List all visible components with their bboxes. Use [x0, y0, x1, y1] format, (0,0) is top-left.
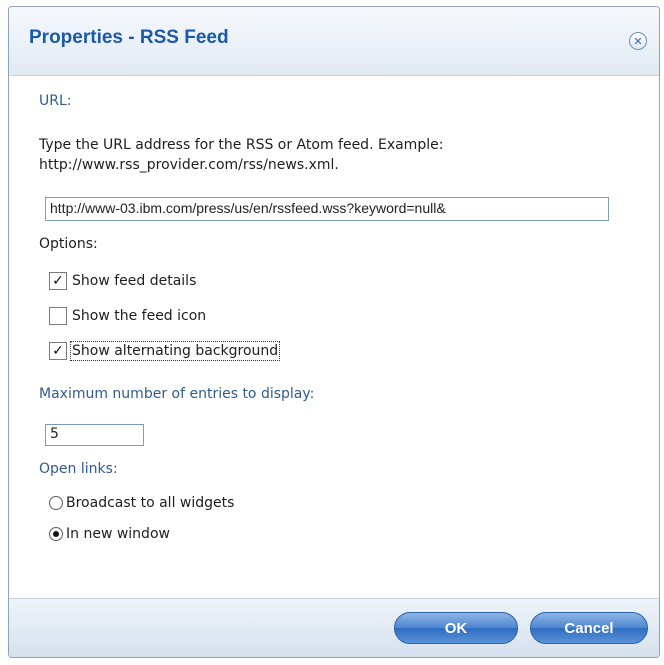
radio-new-window[interactable]	[49, 527, 63, 541]
max-entries-label: Maximum number of entries to display:	[39, 386, 315, 402]
url-label: URL:	[39, 93, 72, 109]
dialog-title: Properties - RSS Feed	[29, 27, 229, 48]
dialog-titlebar: Properties - RSS Feed ✕	[9, 7, 659, 76]
option-show-feed-icon[interactable]: Show the feed icon	[49, 305, 206, 327]
cancel-button[interactable]: Cancel	[530, 612, 648, 644]
checkbox-label: Show alternating background	[69, 341, 281, 361]
open-links-label: Open links:	[39, 461, 118, 477]
radio-broadcast[interactable]	[49, 496, 63, 510]
url-description-line1: Type the URL address for the RSS or Atom…	[39, 137, 444, 153]
url-input[interactable]: http://www-03.ibm.com/press/us/en/rssfee…	[45, 197, 609, 221]
close-icon[interactable]: ✕	[629, 32, 647, 50]
checkbox-label: Show the feed icon	[72, 308, 207, 324]
radio-label: Broadcast to all widgets	[66, 495, 235, 511]
checkbox-show-feed-icon[interactable]	[49, 307, 67, 325]
checkbox-show-feed-details[interactable]: ✓	[49, 272, 67, 290]
radio-broadcast-row[interactable]: Broadcast to all widgets	[49, 493, 234, 513]
option-show-alternating-background[interactable]: ✓ Show alternating background	[49, 340, 281, 362]
ok-button[interactable]: OK	[394, 612, 518, 644]
radio-label: In new window	[66, 526, 170, 542]
radio-new-window-row[interactable]: In new window	[49, 524, 170, 544]
option-show-feed-details[interactable]: ✓ Show feed details	[49, 270, 196, 292]
checkbox-label: Show feed details	[72, 273, 197, 289]
max-entries-input[interactable]: 5	[45, 424, 144, 446]
properties-dialog: Properties - RSS Feed ✕ URL: Type the UR…	[8, 6, 660, 658]
radio-selected-dot	[53, 531, 59, 537]
checkbox-show-alternating-background[interactable]: ✓	[49, 342, 67, 360]
options-label: Options:	[39, 236, 98, 252]
url-description-line2: http://www.rss_provider.com/rss/news.xml…	[39, 157, 339, 173]
dialog-footer: OK Cancel	[9, 598, 659, 657]
